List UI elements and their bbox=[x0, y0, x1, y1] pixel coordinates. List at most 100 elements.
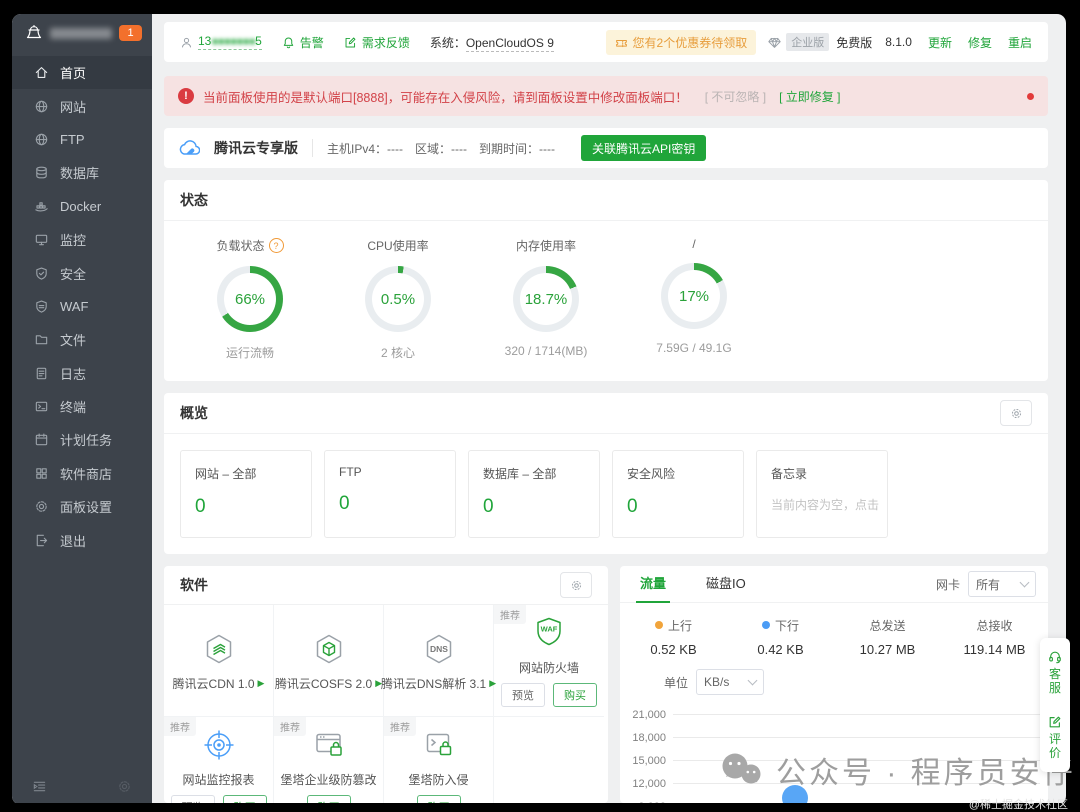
monitor-target-icon bbox=[200, 726, 238, 764]
sidebar-item-label: 文件 bbox=[60, 333, 87, 349]
cannot-ignore-link[interactable]: [ 不可忽略 ] bbox=[705, 88, 766, 105]
sidebar-item-website[interactable]: 网站 bbox=[12, 89, 152, 122]
buy-button[interactable]: 购买 bbox=[222, 795, 267, 803]
overview-card-value: 0 bbox=[483, 496, 494, 517]
overview-card-database[interactable]: 数据库 – 全部 0 bbox=[468, 450, 600, 538]
system-info: 系统：OpenCloudOS 9 bbox=[429, 35, 554, 52]
preview-button[interactable]: 预览 bbox=[170, 795, 215, 803]
buy-button[interactable]: 购买 bbox=[553, 683, 597, 707]
sidebar-item-security[interactable]: 安全 bbox=[12, 256, 152, 289]
sidebar-item-docker[interactable]: Docker bbox=[12, 190, 152, 223]
overview-card-label: 备忘录 bbox=[771, 467, 808, 481]
nic-label: 网卡 bbox=[935, 577, 960, 592]
sidebar-item-waf[interactable]: WAF bbox=[12, 290, 152, 323]
preview-button[interactable]: 预览 bbox=[501, 683, 545, 707]
sidebar-item-logs[interactable]: 日志 bbox=[12, 357, 152, 390]
traffic-stat-2: 总发送 10.27 MB bbox=[834, 617, 941, 657]
top-bar: 13●●●●●●●5 告警 需求反馈 系统：OpenCloudOS 9 您有2个… bbox=[164, 22, 1048, 62]
unit-label: 单位 bbox=[664, 675, 689, 690]
overview-card-label: 数据库 – 全部 bbox=[483, 467, 557, 481]
gauge-label: 负载状态? bbox=[216, 237, 284, 254]
software-cell-monitor-report[interactable]: 推荐 网站监控报表 预览购买 bbox=[164, 717, 274, 803]
legend-dot-icon bbox=[654, 621, 663, 629]
warning-exclamation-icon: ! bbox=[178, 88, 194, 104]
gear-icon bbox=[34, 499, 49, 514]
warning-message: 当前面板使用的是默认端口[8888]，可能存在入侵风险，请到面板设置中修改面板端… bbox=[203, 90, 688, 105]
screenshot-root: { "colors": { "accent_green": "#20a53a",… bbox=[0, 0, 1080, 812]
review-button[interactable]: 评价 bbox=[1048, 715, 1062, 760]
overview-title: 概览 bbox=[180, 405, 208, 421]
gauge-ring: 0.5% bbox=[365, 266, 431, 332]
overview-card-label: 网站 – 全部 bbox=[195, 467, 257, 481]
buy-button[interactable]: 购买 bbox=[416, 795, 461, 803]
edition-info: 企业版 免费版 8.1.0 bbox=[768, 33, 912, 51]
header-action-update[interactable]: 更新 bbox=[928, 34, 952, 51]
sidebar-item-database[interactable]: 数据库 bbox=[12, 156, 152, 189]
diamond-icon bbox=[768, 36, 781, 49]
header-action-restart[interactable]: 重启 bbox=[1008, 34, 1032, 51]
software-cell-intrusion[interactable]: 推荐 堡塔防入侵 购买 bbox=[384, 717, 494, 803]
software-cell-cdn[interactable]: 腾讯云CDN 1.0 ▶ bbox=[164, 605, 274, 717]
sidebar-item-monitor[interactable]: 监控 bbox=[12, 223, 152, 256]
overview-card-ftp[interactable]: FTP 0 bbox=[324, 450, 456, 538]
tab-traffic[interactable]: 流量 bbox=[620, 566, 686, 603]
overview-card-risk[interactable]: 安全风险 0 bbox=[612, 450, 744, 538]
feedback-link[interactable]: 需求反馈 bbox=[344, 34, 410, 51]
customer-service-button[interactable]: 客服 bbox=[1048, 650, 1062, 695]
software-cell-tamper-proof[interactable]: 推荐 堡塔企业级防篡改 购买 bbox=[274, 717, 384, 803]
overview-card-memo[interactable]: 备忘录 当前内容为空，点击 bbox=[756, 450, 888, 538]
sidebar-item-label: 安全 bbox=[60, 266, 87, 282]
buy-button[interactable]: 购买 bbox=[306, 795, 351, 803]
sidebar-settings-gear-icon[interactable] bbox=[117, 779, 132, 797]
overview-cards: 网站 – 全部 0 FTP 0 数据库 – 全部 0 安全风险 0 备忘录 当前… bbox=[164, 434, 1048, 554]
status-title: 状态 bbox=[180, 192, 208, 208]
feedback-edit-icon bbox=[344, 36, 357, 49]
sidebar-item-settings[interactable]: 面板设置 bbox=[12, 490, 152, 523]
traffic-stats: 上行 0.52 KB 下行 0.42 KB 总发送 10.27 MB 总接收 1… bbox=[620, 617, 1048, 657]
overview-card-site[interactable]: 网站 – 全部 0 bbox=[180, 450, 312, 538]
software-settings-gear-icon[interactable] bbox=[560, 572, 592, 598]
gauge-label: / bbox=[692, 237, 696, 251]
sidebar-item-files[interactable]: 文件 bbox=[12, 323, 152, 356]
sidebar-item-terminal[interactable]: 终端 bbox=[12, 390, 152, 423]
sidebar-item-label: Docker bbox=[60, 198, 102, 214]
sidebar-item-label: 退出 bbox=[60, 533, 87, 549]
sidebar-item-appstore[interactable]: 软件商店 bbox=[12, 457, 152, 490]
software-cell-waf[interactable]: 推荐 WAF 网站防火墙 预览 购买 bbox=[494, 605, 604, 717]
software-name: 腾讯云CDN 1.0 ▶ bbox=[172, 676, 265, 691]
globe-icon bbox=[34, 99, 49, 114]
software-cell-dns[interactable]: DNS 腾讯云DNS解析 3.1 ▶ bbox=[381, 605, 496, 717]
sidebar-item-cron[interactable]: 计划任务 bbox=[12, 423, 152, 456]
bind-tencent-api-button[interactable]: 关联腾讯云API密钥 bbox=[581, 135, 707, 161]
coupon-badge[interactable]: 您有2个优惠券待领取 bbox=[605, 29, 757, 55]
software-name: 堡塔企业级防篡改 bbox=[280, 773, 377, 787]
sidebar: 1 首页 网站 FTP 数据库 Docker 监控 安全 WAF 文件 日志 终… bbox=[12, 14, 152, 805]
software-cell-cosfs[interactable]: 腾讯云COSFS 2.0 ▶ bbox=[274, 605, 384, 717]
gauge-label: 内存使用率 bbox=[515, 239, 576, 253]
gauge-3: / 17% 7.59G / 49.1G bbox=[620, 237, 768, 361]
overview-card-value: 0 bbox=[339, 493, 350, 514]
sidebar-item-ftp[interactable]: FTP bbox=[12, 123, 152, 156]
fix-now-link[interactable]: [ 立即修复 ] bbox=[779, 88, 840, 105]
header-action-repair[interactable]: 修复 bbox=[968, 34, 992, 51]
bt-logo-icon bbox=[25, 24, 43, 42]
traffic-stat-1: 下行 0.42 KB bbox=[727, 617, 834, 657]
alarm-link[interactable]: 告警 bbox=[282, 34, 324, 51]
tab-disk-io[interactable]: 磁盘IO bbox=[686, 566, 766, 602]
help-icon[interactable]: ? bbox=[268, 238, 284, 253]
software-title: 软件 bbox=[180, 577, 208, 593]
gauge-subtext: 运行流畅 bbox=[225, 346, 274, 360]
nic-select[interactable]: 所有 bbox=[968, 571, 1036, 597]
traffic-stat-0: 上行 0.52 KB bbox=[620, 617, 727, 657]
bottom-black-bar bbox=[0, 803, 1080, 812]
sidebar-item-logout[interactable]: 退出 bbox=[12, 523, 152, 556]
collapse-sidebar-icon[interactable] bbox=[32, 779, 47, 797]
sidebar-item-home[interactable]: 首页 bbox=[12, 56, 152, 90]
top-bar-right: 您有2个优惠券待领取 企业版 免费版 8.1.0 更新 修复 重启 bbox=[605, 29, 1032, 55]
overview-settings-gear-icon[interactable] bbox=[1000, 400, 1032, 426]
wechat-icon bbox=[722, 753, 761, 784]
nic-selector-group: 网卡 所有 bbox=[936, 571, 1036, 597]
unit-select[interactable]: KB/s bbox=[696, 669, 765, 695]
user-account[interactable]: 13●●●●●●●5 bbox=[180, 34, 262, 50]
docker-icon bbox=[34, 199, 49, 214]
